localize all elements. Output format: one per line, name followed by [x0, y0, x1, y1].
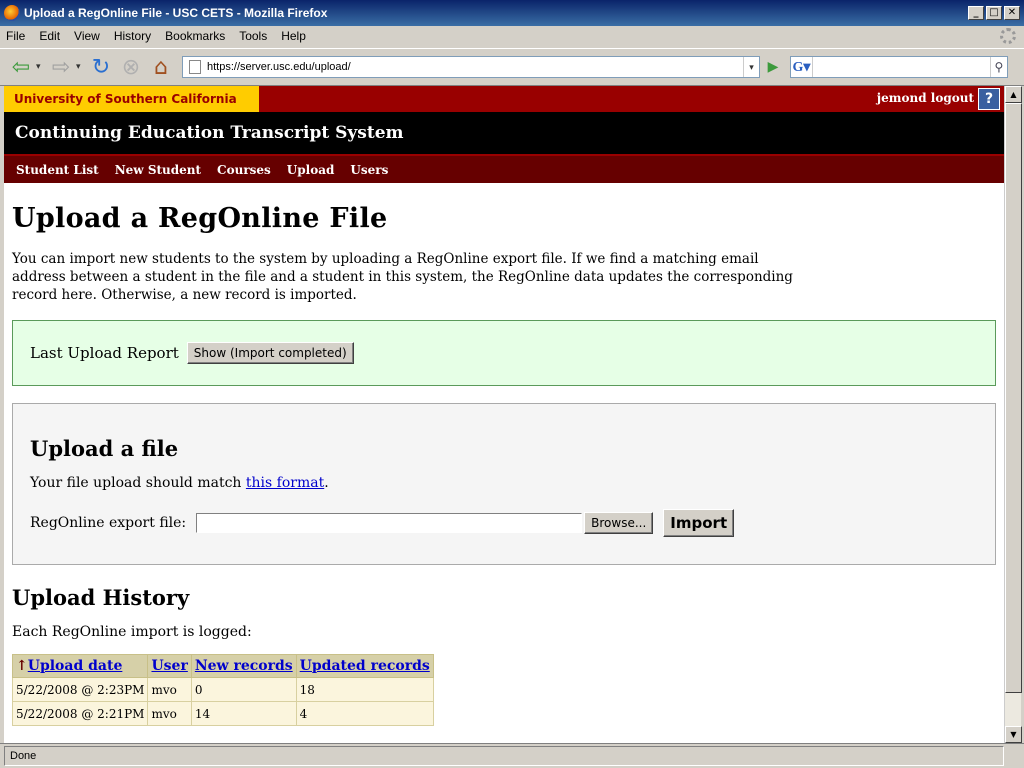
sort-user-link[interactable]: User [151, 658, 187, 674]
history-table: ↑Upload date User New records Updated re… [11, 654, 434, 726]
status-text: Done [4, 746, 1004, 766]
cell-user: mvo [147, 701, 192, 726]
format-note: Your file upload should match this forma… [30, 475, 995, 491]
scroll-thumb[interactable] [1005, 103, 1022, 693]
tab-courses[interactable]: Courses [217, 163, 271, 177]
tab-users[interactable]: Users [350, 163, 388, 177]
window-titlebar: Upload a RegOnline File - USC CETS - Moz… [0, 0, 1024, 26]
navigation-toolbar: ⇦ ▾ ⇨ ▾ ↻ ⊗ ⌂ ▾ ▶ G▾ ⚲ [0, 48, 1024, 86]
tab-upload[interactable]: Upload [287, 163, 335, 177]
menu-tools[interactable]: Tools [239, 29, 267, 43]
scroll-up-icon[interactable]: ▲ [1005, 86, 1022, 103]
window-title: Upload a RegOnline File - USC CETS - Moz… [24, 6, 328, 20]
home-icon[interactable]: ⌂ [146, 53, 176, 81]
forward-arrow-icon[interactable]: ⇨ [46, 53, 76, 81]
page-icon [189, 60, 201, 74]
url-dropdown-icon[interactable]: ▾ [743, 57, 759, 77]
url-bar[interactable]: ▾ [182, 56, 760, 78]
format-prefix: Your file upload should match [30, 475, 246, 491]
menu-bookmarks[interactable]: Bookmarks [165, 29, 225, 43]
nav-tabs: Student List New Student Courses Upload … [4, 154, 1004, 183]
col-user: User [147, 654, 192, 678]
menu-view[interactable]: View [74, 29, 100, 43]
menu-bar: File Edit View History Bookmarks Tools H… [0, 26, 1024, 46]
page-viewport: University of Southern California jemond… [4, 86, 1004, 743]
cell-updated-records: 18 [295, 677, 434, 702]
table-row: 5/22/2008 @ 2:23PM mvo 0 18 [11, 677, 434, 702]
cell-user: mvo [147, 677, 192, 702]
forward-dropdown-icon[interactable]: ▾ [76, 62, 86, 72]
help-icon[interactable]: ? [978, 88, 1000, 110]
cell-new-records: 0 [190, 677, 297, 702]
page-title: Upload a RegOnline File [12, 203, 388, 234]
tab-new-student[interactable]: New Student [115, 163, 201, 177]
system-title: Continuing Education Transcript System [4, 112, 1004, 154]
history-note: Each RegOnline import is logged: [12, 624, 252, 640]
status-bar: Done [0, 743, 1024, 768]
search-input[interactable] [812, 59, 990, 75]
university-name[interactable]: University of Southern California [4, 86, 259, 112]
format-suffix: . [324, 475, 329, 491]
cell-updated-records: 4 [295, 701, 434, 726]
show-report-button[interactable]: Show (Import completed) [186, 342, 354, 364]
user-logout-link[interactable]: jemond logout [877, 91, 974, 105]
search-icon[interactable]: ⚲ [989, 57, 1007, 77]
maximize-button[interactable]: □ [986, 6, 1002, 20]
upload-heading: Upload a file [30, 436, 179, 461]
go-arrow-icon[interactable]: ▶ [762, 56, 784, 78]
sort-updated-records-link[interactable]: Updated records [300, 658, 430, 674]
upload-form: Upload a file Your file upload should ma… [12, 403, 996, 565]
menu-edit[interactable]: Edit [39, 29, 60, 43]
last-upload-report: Last Upload Report Show (Import complete… [12, 320, 996, 386]
format-link[interactable]: this format [246, 475, 324, 491]
intro-text: You can import new students to the syste… [12, 251, 793, 303]
col-upload-date: ↑Upload date [11, 654, 149, 678]
minimize-button[interactable]: _ [968, 6, 984, 20]
cell-new-records: 14 [190, 701, 297, 726]
scroll-down-icon[interactable]: ▼ [1005, 726, 1022, 743]
file-row: RegOnline export file: Browse... Import [30, 509, 995, 537]
report-label: Last Upload Report [30, 344, 179, 362]
back-dropdown-icon[interactable]: ▾ [36, 62, 46, 72]
vertical-scrollbar[interactable]: ▲ ▼ [1004, 86, 1022, 743]
browse-button[interactable]: Browse... [584, 512, 654, 534]
firefox-icon [4, 5, 20, 21]
cell-upload-date: 5/22/2008 @ 2:23PM [11, 677, 149, 702]
history-heading: Upload History [12, 585, 190, 610]
throbber-icon [1000, 28, 1016, 44]
menu-file[interactable]: File [6, 29, 25, 43]
col-new-records: New records [190, 654, 297, 678]
cell-upload-date: 5/22/2008 @ 2:21PM [11, 701, 149, 726]
table-header-row: ↑Upload date User New records Updated re… [11, 654, 434, 678]
search-box[interactable]: G▾ ⚲ [790, 56, 1008, 78]
sort-up-icon: ↑ [16, 658, 28, 674]
file-path-field[interactable] [196, 513, 583, 533]
file-label: RegOnline export file: [30, 515, 187, 531]
reload-icon[interactable]: ↻ [86, 53, 116, 81]
usc-header-bar: University of Southern California jemond… [4, 86, 1004, 112]
google-icon[interactable]: G▾ [791, 57, 813, 77]
close-button[interactable]: ✕ [1004, 6, 1020, 20]
col-updated-records: Updated records [295, 654, 434, 678]
sort-upload-date-link[interactable]: Upload date [28, 658, 123, 674]
import-button[interactable]: Import [663, 509, 735, 537]
tab-student-list[interactable]: Student List [16, 163, 99, 177]
url-input[interactable] [207, 61, 743, 73]
menu-history[interactable]: History [114, 29, 151, 43]
menu-help[interactable]: Help [281, 29, 306, 43]
back-arrow-icon[interactable]: ⇦ [6, 53, 36, 81]
sort-new-records-link[interactable]: New records [195, 658, 293, 674]
stop-icon[interactable]: ⊗ [116, 53, 146, 81]
table-row: 5/22/2008 @ 2:21PM mvo 14 4 [11, 701, 434, 726]
